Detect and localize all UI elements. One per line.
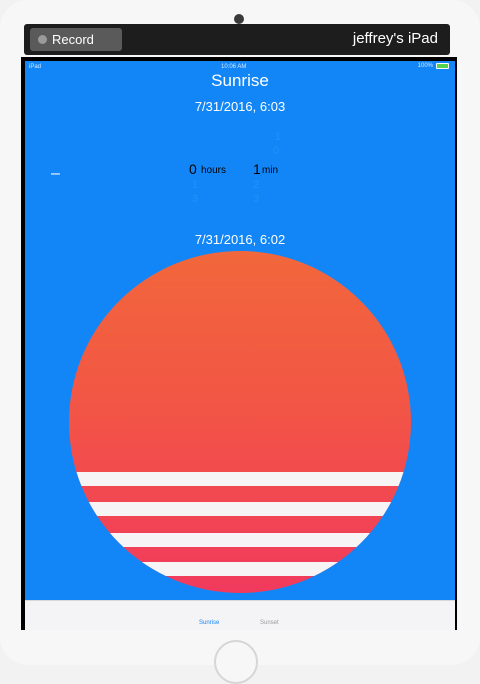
page-title: Sunrise bbox=[211, 71, 269, 90]
picker-minutes-below-1: 2 bbox=[253, 179, 260, 191]
picker-minute-above-1: 1 bbox=[275, 131, 282, 143]
tab-bar: Sunrise Sunset bbox=[25, 600, 455, 630]
picker-minutes-value[interactable]: 1 bbox=[253, 161, 261, 177]
record-button-label: Record bbox=[52, 32, 94, 47]
home-button[interactable] bbox=[214, 640, 258, 684]
picker-minutes-below-2: 3 bbox=[253, 193, 260, 205]
recording-toolbar: Record jeffrey's iPad bbox=[24, 24, 450, 55]
picker-hours-value[interactable]: 0 bbox=[189, 161, 197, 177]
carrier-label: iPad bbox=[29, 64, 42, 70]
minus-label: – bbox=[51, 165, 60, 182]
battery-percent: 100% bbox=[417, 63, 433, 69]
sun-stripe bbox=[69, 533, 411, 547]
time-picker[interactable]: 1 0 0 hours 1 min 1 3 2 3 bbox=[135, 121, 355, 221]
sun-stripe bbox=[69, 562, 411, 576]
picker-hours-label: hours bbox=[201, 165, 227, 176]
picker-minutes-label: min bbox=[262, 165, 279, 176]
bottom-date-label: 7/31/2016, 6:02 bbox=[194, 232, 286, 247]
tab-sunset[interactable]: Sunset bbox=[260, 620, 279, 626]
picker-minute-above-2: 0 bbox=[273, 145, 280, 157]
battery-status: 100% bbox=[418, 63, 449, 69]
status-time: 10:06 AM bbox=[221, 64, 247, 70]
device-screen: iPad 10:06 AM 100% Sunrise 7/31/2016, 6:… bbox=[21, 57, 457, 630]
sunrise-app: iPad 10:06 AM 100% Sunrise 7/31/2016, 6:… bbox=[25, 61, 455, 600]
tab-sunrise[interactable]: Sunrise bbox=[199, 620, 219, 626]
sun-stripe bbox=[69, 472, 411, 486]
picker-hours-below-1: 1 bbox=[192, 179, 199, 191]
ipad-device: Record jeffrey's iPad iPad 10:06 AM 100%… bbox=[0, 0, 480, 684]
sunrise-sun-graphic bbox=[69, 251, 411, 593]
sun-stripe bbox=[69, 502, 411, 516]
record-dot-icon bbox=[38, 35, 47, 44]
record-button[interactable]: Record bbox=[30, 28, 122, 51]
camera-icon bbox=[234, 14, 244, 24]
battery-icon bbox=[436, 63, 449, 69]
device-name: jeffrey's iPad bbox=[352, 30, 438, 47]
picker-hours-below-2: 3 bbox=[192, 193, 199, 205]
top-date-label: 7/31/2016, 6:03 bbox=[194, 99, 286, 114]
